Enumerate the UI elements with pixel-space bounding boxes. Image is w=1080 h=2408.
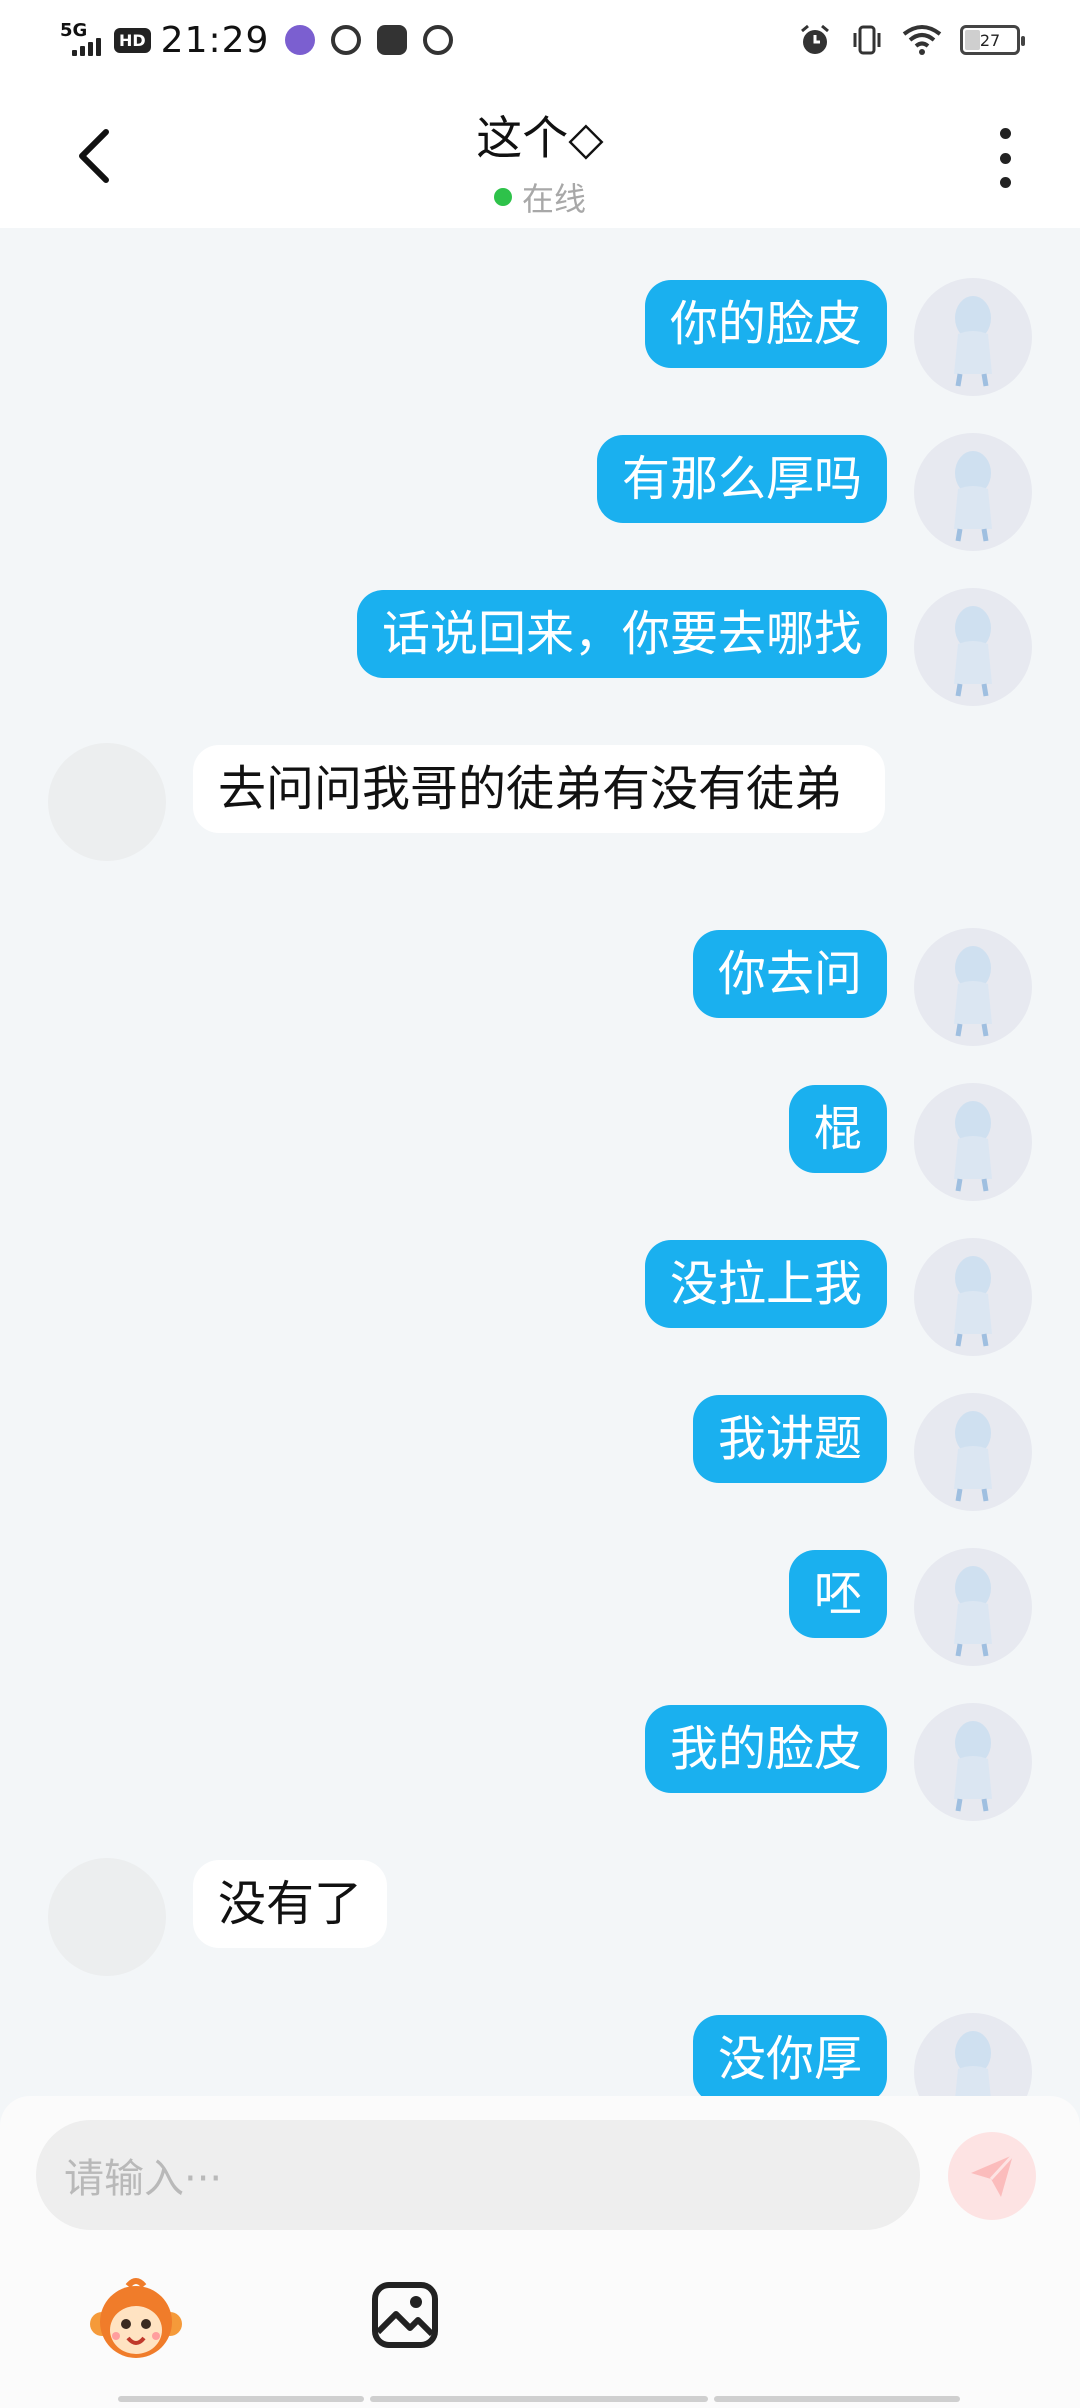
hd-badge: HD	[114, 27, 151, 53]
message-bubble[interactable]: 去问问我哥的徒弟有没有徒弟	[193, 745, 885, 833]
my-avatar[interactable]	[914, 1548, 1032, 1666]
message-bubble[interactable]: 棍	[788, 1085, 887, 1173]
battery-level: 27	[979, 30, 1001, 50]
message-bubble[interactable]: 呸	[788, 1550, 887, 1638]
gesture-bar	[118, 2396, 960, 2402]
battery-icon: 27	[960, 25, 1025, 55]
online-status-label: 在线	[521, 180, 586, 218]
status-time: 21:29	[160, 19, 270, 61]
app-notification-icon	[285, 25, 316, 55]
send-icon	[971, 2153, 1015, 2197]
message-bubble[interactable]: 我的脸皮	[644, 1705, 887, 1793]
status-left: 5G HD 21:29	[60, 18, 454, 62]
status-right: 27	[798, 20, 1025, 60]
contact-avatar[interactable]	[48, 1858, 166, 1976]
message-bubble[interactable]: 我讲题	[692, 1395, 887, 1483]
my-avatar[interactable]	[914, 1238, 1032, 1356]
message-list[interactable]: 你的脸皮 有那么厚吗 话说回来，你要去哪找 去问问我哥的徒弟有没有徒弟 你去问 …	[0, 228, 1080, 2098]
message-bubble[interactable]: 话说回来，你要去哪找	[356, 590, 887, 678]
mail-notification-icon	[423, 25, 454, 55]
composer-panel: 请输入···	[0, 2096, 1080, 2408]
my-avatar[interactable]	[914, 928, 1032, 1046]
message-bubble[interactable]: 没拉上我	[644, 1240, 887, 1328]
more-options-button[interactable]	[990, 128, 1020, 188]
chat-header: 这个◇ 在线	[0, 80, 1080, 228]
my-avatar[interactable]	[914, 1083, 1032, 1201]
my-avatar[interactable]	[914, 1703, 1032, 1821]
message-bubble[interactable]: 你去问	[692, 930, 887, 1018]
send-button[interactable]	[948, 2132, 1036, 2220]
message-bubble[interactable]: 有那么厚吗	[596, 435, 887, 523]
wifi-icon	[902, 25, 942, 55]
my-avatar[interactable]	[914, 433, 1032, 551]
image-icon[interactable]	[370, 2280, 440, 2350]
status-bar: 5G HD 21:29 27	[0, 0, 1080, 80]
online-dot	[493, 188, 512, 206]
alarm-icon	[801, 24, 829, 54]
my-avatar[interactable]	[914, 1393, 1032, 1511]
my-avatar[interactable]	[914, 2013, 1032, 2098]
online-status: 在线	[0, 174, 1080, 220]
message-bubble[interactable]: 你的脸皮	[644, 280, 887, 368]
message-input[interactable]: 请输入···	[36, 2120, 920, 2230]
my-avatar[interactable]	[914, 588, 1032, 706]
message-bubble[interactable]: 没有了	[193, 1860, 388, 1948]
my-avatar[interactable]	[914, 278, 1032, 396]
app-notification-icon	[331, 25, 362, 55]
message-bubble[interactable]: 没你厚	[692, 2015, 887, 2098]
chat-title-block: 这个◇ 在线	[0, 102, 1080, 220]
app-notification-icon	[377, 25, 408, 55]
monkey-emoji-icon[interactable]	[88, 2278, 184, 2364]
contact-avatar[interactable]	[48, 743, 166, 861]
cellular-signal-icon: 5G	[60, 20, 104, 60]
contact-name: 这个◇	[476, 111, 604, 165]
vibrate-icon	[853, 25, 881, 55]
more-vertical-icon	[999, 128, 1011, 139]
